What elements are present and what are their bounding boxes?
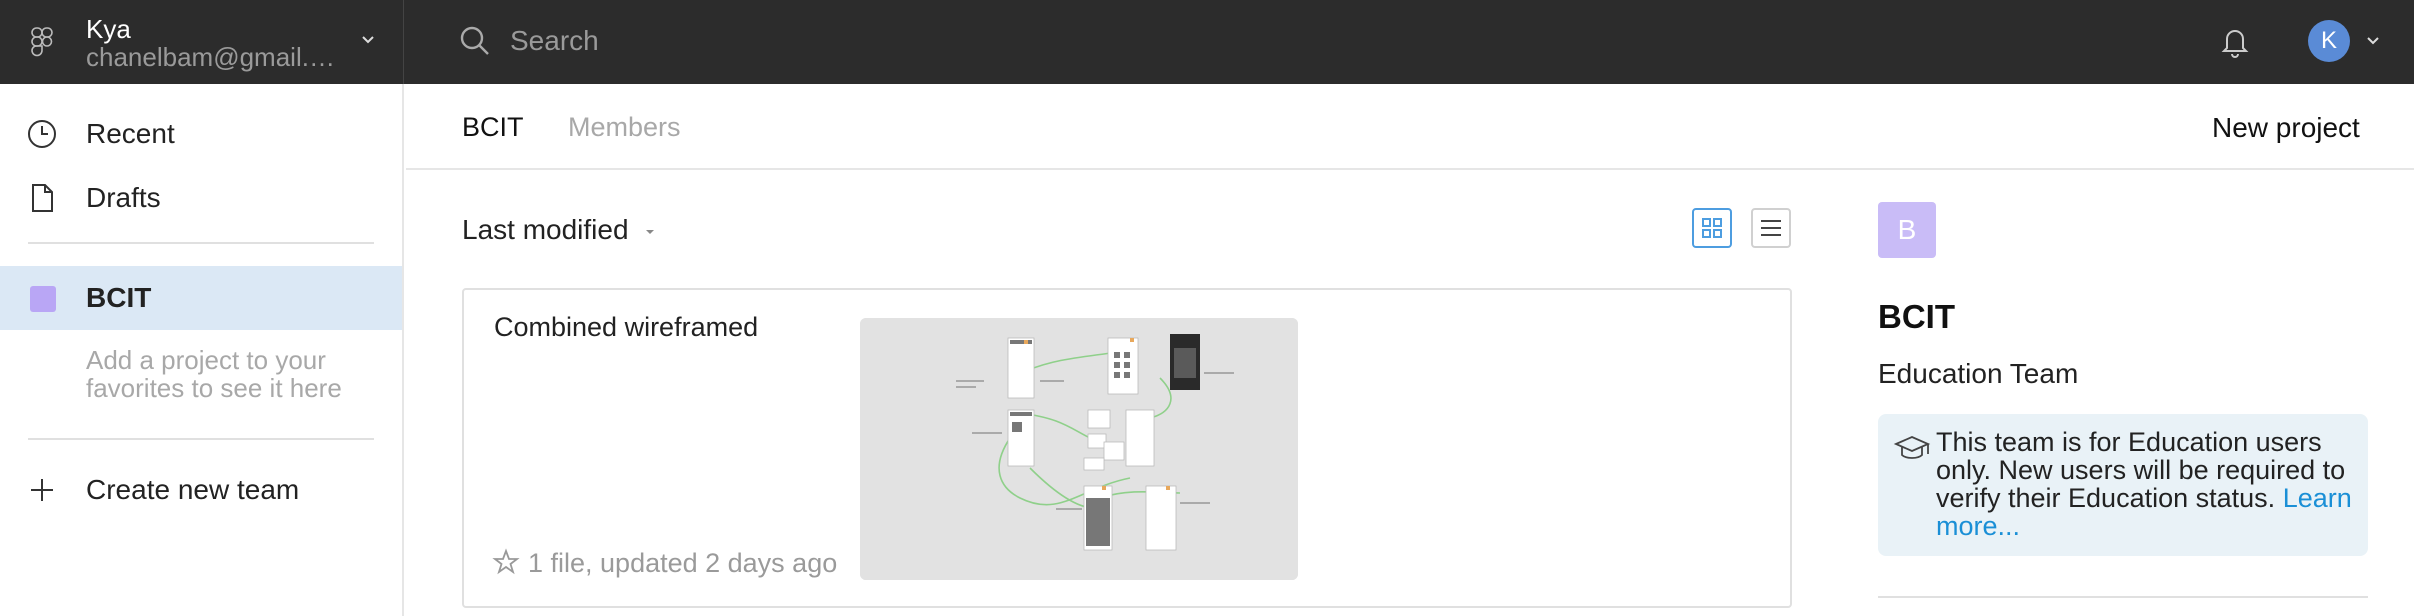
- new-project-button[interactable]: New project: [2212, 112, 2360, 144]
- team-name: BCIT: [1878, 298, 1955, 335]
- education-notice: This team is for Education users only. N…: [1878, 414, 2368, 556]
- file-icon: [32, 184, 53, 212]
- team-avatar: B: [1878, 202, 1936, 258]
- plus-icon: [31, 479, 53, 501]
- sidebar-item-label: BCIT: [86, 282, 152, 313]
- search-icon: [460, 26, 489, 55]
- list-icon: [1761, 220, 1781, 236]
- sidebar: Recent Drafts BCIT Add a project to your…: [0, 84, 404, 616]
- favorites-hint: Add a project to your favorites to see i…: [86, 345, 342, 403]
- sort-dropdown[interactable]: Last modified: [462, 214, 629, 246]
- clock-icon: [28, 120, 56, 148]
- list-view-button[interactable]: [1751, 208, 1791, 248]
- sidebar-item-label: Drafts: [86, 182, 161, 213]
- project-thumbnail: [860, 318, 1298, 580]
- search-input[interactable]: [510, 18, 1310, 64]
- sidebar-item-recent[interactable]: Recent: [0, 102, 402, 166]
- grid-icon: [1702, 218, 1722, 238]
- project-title: Combined wireframed: [494, 312, 759, 342]
- team-color-square: [30, 286, 56, 312]
- sidebar-item-label: Create new team: [86, 474, 300, 505]
- bell-icon[interactable]: [2218, 24, 2252, 60]
- grid-view-button[interactable]: [1692, 208, 1732, 248]
- tab-bcit[interactable]: BCIT: [462, 112, 524, 143]
- account-switcher[interactable]: Kya chanelbam@gmail.com: [0, 0, 404, 84]
- project-tabs: BCIT Members New project: [406, 84, 2414, 170]
- star-icon[interactable]: [492, 548, 520, 576]
- sidebar-divider: [28, 438, 374, 440]
- project-meta: 1 file, updated 2 days ago: [492, 548, 842, 582]
- tab-members[interactable]: Members: [568, 112, 681, 143]
- create-team-button[interactable]: Create new team: [0, 458, 402, 522]
- sidebar-divider: [28, 242, 374, 244]
- wireframe-thumbnail-image: [860, 318, 1298, 580]
- project-meta-text: 1 file, updated 2 days ago: [528, 548, 838, 578]
- chevron-down-icon[interactable]: [358, 30, 378, 50]
- project-card[interactable]: Combined wireframed 1 file, updated 2 da…: [462, 288, 1792, 608]
- account-email: chanelbam@gmail.com: [86, 42, 346, 72]
- education-notice-text: This team is for Education users only. N…: [1936, 428, 2356, 540]
- panel-divider: [1878, 596, 2368, 598]
- account-name: Kya: [86, 14, 131, 44]
- sidebar-item-label: Recent: [86, 118, 175, 149]
- sidebar-item-drafts[interactable]: Drafts: [0, 166, 402, 230]
- chevron-down-icon[interactable]: [2364, 32, 2382, 50]
- sidebar-item-team[interactable]: BCIT: [0, 266, 402, 330]
- user-avatar[interactable]: K: [2308, 20, 2350, 62]
- top-bar: Kya chanelbam@gmail.com K: [0, 0, 2414, 84]
- graduation-cap-icon: [1893, 436, 1931, 459]
- figma-logo-icon: [31, 27, 53, 57]
- team-type: Education Team: [1878, 358, 2079, 389]
- chevron-down-icon[interactable]: [644, 226, 656, 238]
